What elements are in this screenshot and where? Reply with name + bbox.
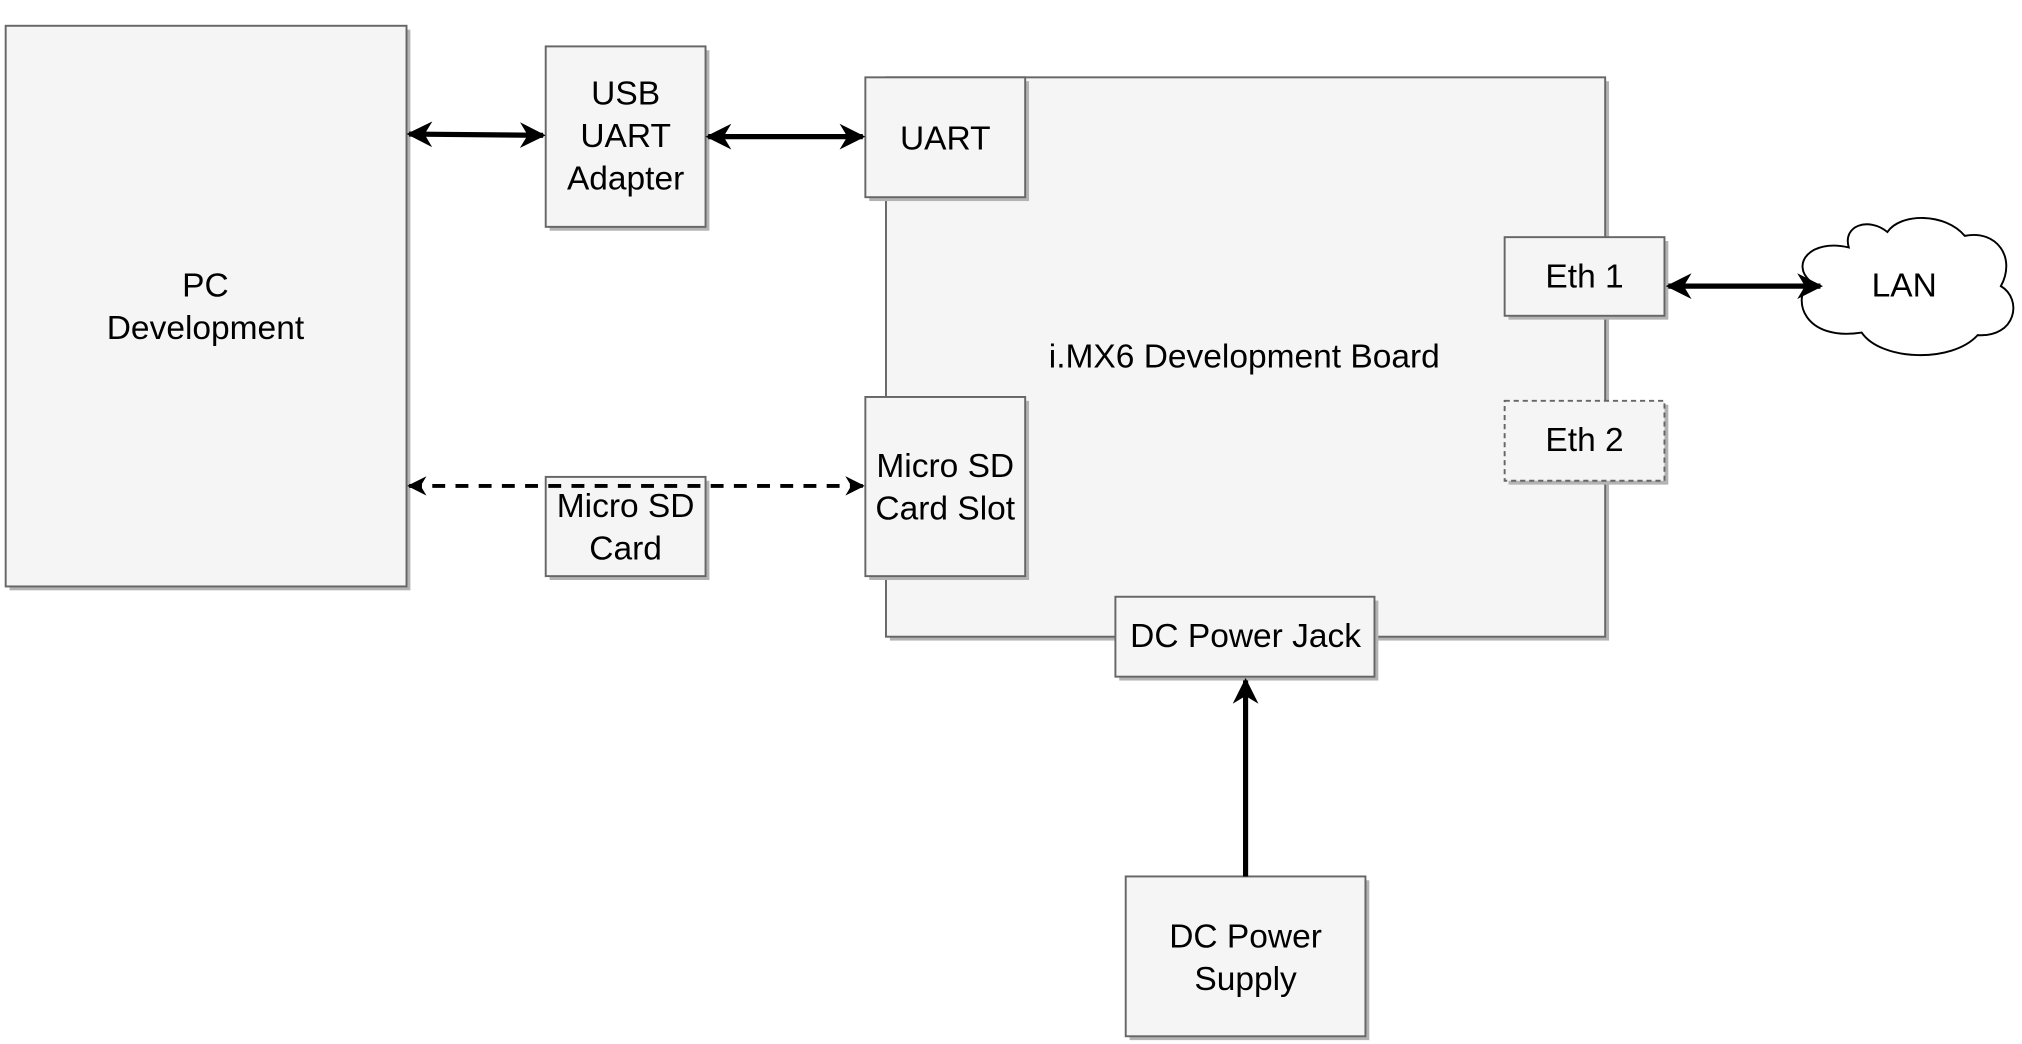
power-supply-label-line1: DC Power xyxy=(1169,918,1322,955)
power-supply-label-line2: Supply xyxy=(1194,961,1297,998)
sd-slot-label-line1: Micro SD xyxy=(876,448,1014,485)
usb-uart-adapter-node[interactable]: USB UART Adapter xyxy=(544,45,710,231)
dc-power-jack-node[interactable]: DC Power Jack xyxy=(1114,595,1379,681)
sd-card-label-line1: Micro SD xyxy=(557,488,695,525)
lan-label: LAN xyxy=(1872,267,1937,304)
micro-sd-card-node[interactable]: Micro SD Card xyxy=(544,475,710,580)
usb-uart-label-line1: USB xyxy=(591,75,660,112)
dc-power-supply-node[interactable]: DC Power Supply xyxy=(1124,875,1370,1041)
usb-uart-label-line3: Adapter xyxy=(567,160,684,197)
uart-label: UART xyxy=(900,121,991,158)
diagram-canvas: PC Development USB UART Adapter i.MX6 De… xyxy=(4,24,2015,1041)
uart-node[interactable]: UART xyxy=(864,76,1030,202)
eth1-label: Eth 1 xyxy=(1545,258,1623,295)
eth2-node[interactable]: Eth 2 xyxy=(1503,399,1669,485)
eth2-label: Eth 2 xyxy=(1545,422,1623,459)
board-label: i.MX6 Development Board xyxy=(1049,338,1440,375)
eth1-node[interactable]: Eth 1 xyxy=(1503,236,1669,320)
pc-development-node[interactable]: PC Development xyxy=(4,24,411,591)
pc-label-line2: Development xyxy=(107,310,305,347)
lan-cloud-node[interactable]: LAN xyxy=(1800,217,2015,357)
pc-label-line1: PC xyxy=(182,267,229,304)
usb-uart-label-line2: UART xyxy=(580,118,671,155)
sd-slot-label-line2: Card Slot xyxy=(875,490,1015,527)
sd-card-label-line2: Card xyxy=(589,530,662,567)
power-jack-label: DC Power Jack xyxy=(1130,618,1361,655)
micro-sd-slot-node[interactable]: Micro SD Card Slot xyxy=(864,396,1030,580)
edge-pc-usb-uart xyxy=(406,121,546,148)
